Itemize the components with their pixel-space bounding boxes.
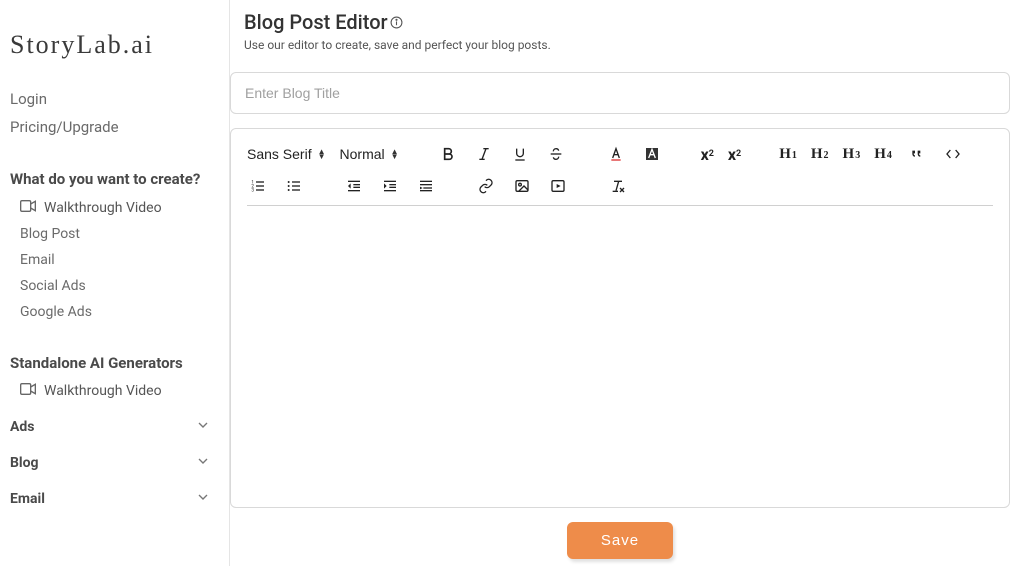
- font-size-picker[interactable]: Normal ▲▼: [340, 146, 399, 162]
- code-block-button[interactable]: [942, 143, 964, 165]
- chevron-down-icon: [195, 417, 211, 437]
- subscript-button[interactable]: x2: [728, 143, 741, 165]
- page-header: Blog Post Editor Use our editor to creat…: [230, 10, 1024, 52]
- sidebar-item-google-ads[interactable]: Google Ads: [20, 304, 219, 320]
- indent-button[interactable]: [379, 175, 401, 197]
- accordion-email[interactable]: Email: [10, 481, 219, 517]
- page-title: Blog Post Editor: [244, 10, 1024, 34]
- strike-button[interactable]: [545, 143, 567, 165]
- font-family-label: Sans Serif: [247, 146, 312, 162]
- blog-title-input[interactable]: [230, 72, 1010, 114]
- outdent-button[interactable]: [343, 175, 365, 197]
- italic-button[interactable]: [473, 143, 495, 165]
- highlight-button[interactable]: [641, 143, 663, 165]
- walkthrough-label: Walkthrough Video: [44, 200, 162, 216]
- sidebar-item-social-ads[interactable]: Social Ads: [20, 278, 219, 294]
- font-size-label: Normal: [340, 146, 385, 162]
- chevron-down-icon: [195, 453, 211, 473]
- h2-button[interactable]: H2: [811, 146, 829, 163]
- h1-button[interactable]: H1: [779, 146, 797, 163]
- chevron-down-icon: [195, 489, 211, 509]
- h4-button[interactable]: H4: [874, 146, 892, 163]
- sidebar: StoryLab.ai Login Pricing/Upgrade What d…: [0, 0, 230, 566]
- bullet-list-button[interactable]: [283, 175, 305, 197]
- link-button[interactable]: [475, 175, 497, 197]
- sidebar-item-blog-post[interactable]: Blog Post: [20, 226, 219, 242]
- pricing-link[interactable]: Pricing/Upgrade: [10, 118, 219, 136]
- accordion-label: Ads: [10, 419, 34, 435]
- toolbar-divider: [247, 205, 993, 206]
- walkthrough-video-link[interactable]: Walkthrough Video: [20, 200, 219, 216]
- brand-logo: StoryLab.ai: [10, 30, 219, 60]
- font-family-picker[interactable]: Sans Serif ▲▼: [247, 146, 326, 162]
- walkthrough-label-2: Walkthrough Video: [44, 383, 162, 399]
- ordered-list-button[interactable]: 123: [247, 175, 269, 197]
- top-links: Login Pricing/Upgrade: [10, 90, 219, 136]
- info-icon[interactable]: [390, 16, 403, 29]
- video-icon: [20, 383, 36, 399]
- dropdown-icon: ▲▼: [318, 149, 326, 159]
- blockquote-button[interactable]: [906, 143, 928, 165]
- underline-button[interactable]: [509, 143, 531, 165]
- editor-card: Sans Serif ▲▼ Normal ▲▼: [230, 128, 1010, 508]
- walkthrough-video-link-2[interactable]: Walkthrough Video: [20, 383, 219, 399]
- page-subtitle: Use our editor to create, save and perfe…: [244, 38, 1024, 52]
- page-title-text: Blog Post Editor: [244, 10, 388, 34]
- accordion-ads[interactable]: Ads: [10, 409, 219, 445]
- svg-text:3: 3: [251, 187, 254, 193]
- clear-format-button[interactable]: [607, 175, 629, 197]
- login-link[interactable]: Login: [10, 90, 219, 108]
- editor-textarea[interactable]: [247, 216, 993, 493]
- text-direction-button[interactable]: [415, 175, 437, 197]
- accordion-blog[interactable]: Blog: [10, 445, 219, 481]
- video-icon: [20, 200, 36, 216]
- editor-toolbar: Sans Serif ▲▼ Normal ▲▼: [247, 143, 993, 216]
- text-color-button[interactable]: [605, 143, 627, 165]
- superscript-button[interactable]: x2: [701, 143, 714, 165]
- sidebar-item-email[interactable]: Email: [20, 252, 219, 268]
- dropdown-icon: ▲▼: [391, 149, 399, 159]
- section-title-create: What do you want to create?: [10, 170, 219, 190]
- bold-button[interactable]: [437, 143, 459, 165]
- video-button[interactable]: [547, 175, 569, 197]
- accordion-label: Blog: [10, 455, 39, 471]
- image-button[interactable]: [511, 175, 533, 197]
- h3-button[interactable]: H3: [843, 146, 861, 163]
- main-content: Blog Post Editor Use our editor to creat…: [230, 0, 1024, 566]
- section-title-generators: Standalone AI Generators: [10, 354, 219, 374]
- accordion-label: Email: [10, 491, 45, 507]
- save-button[interactable]: Save: [567, 522, 673, 559]
